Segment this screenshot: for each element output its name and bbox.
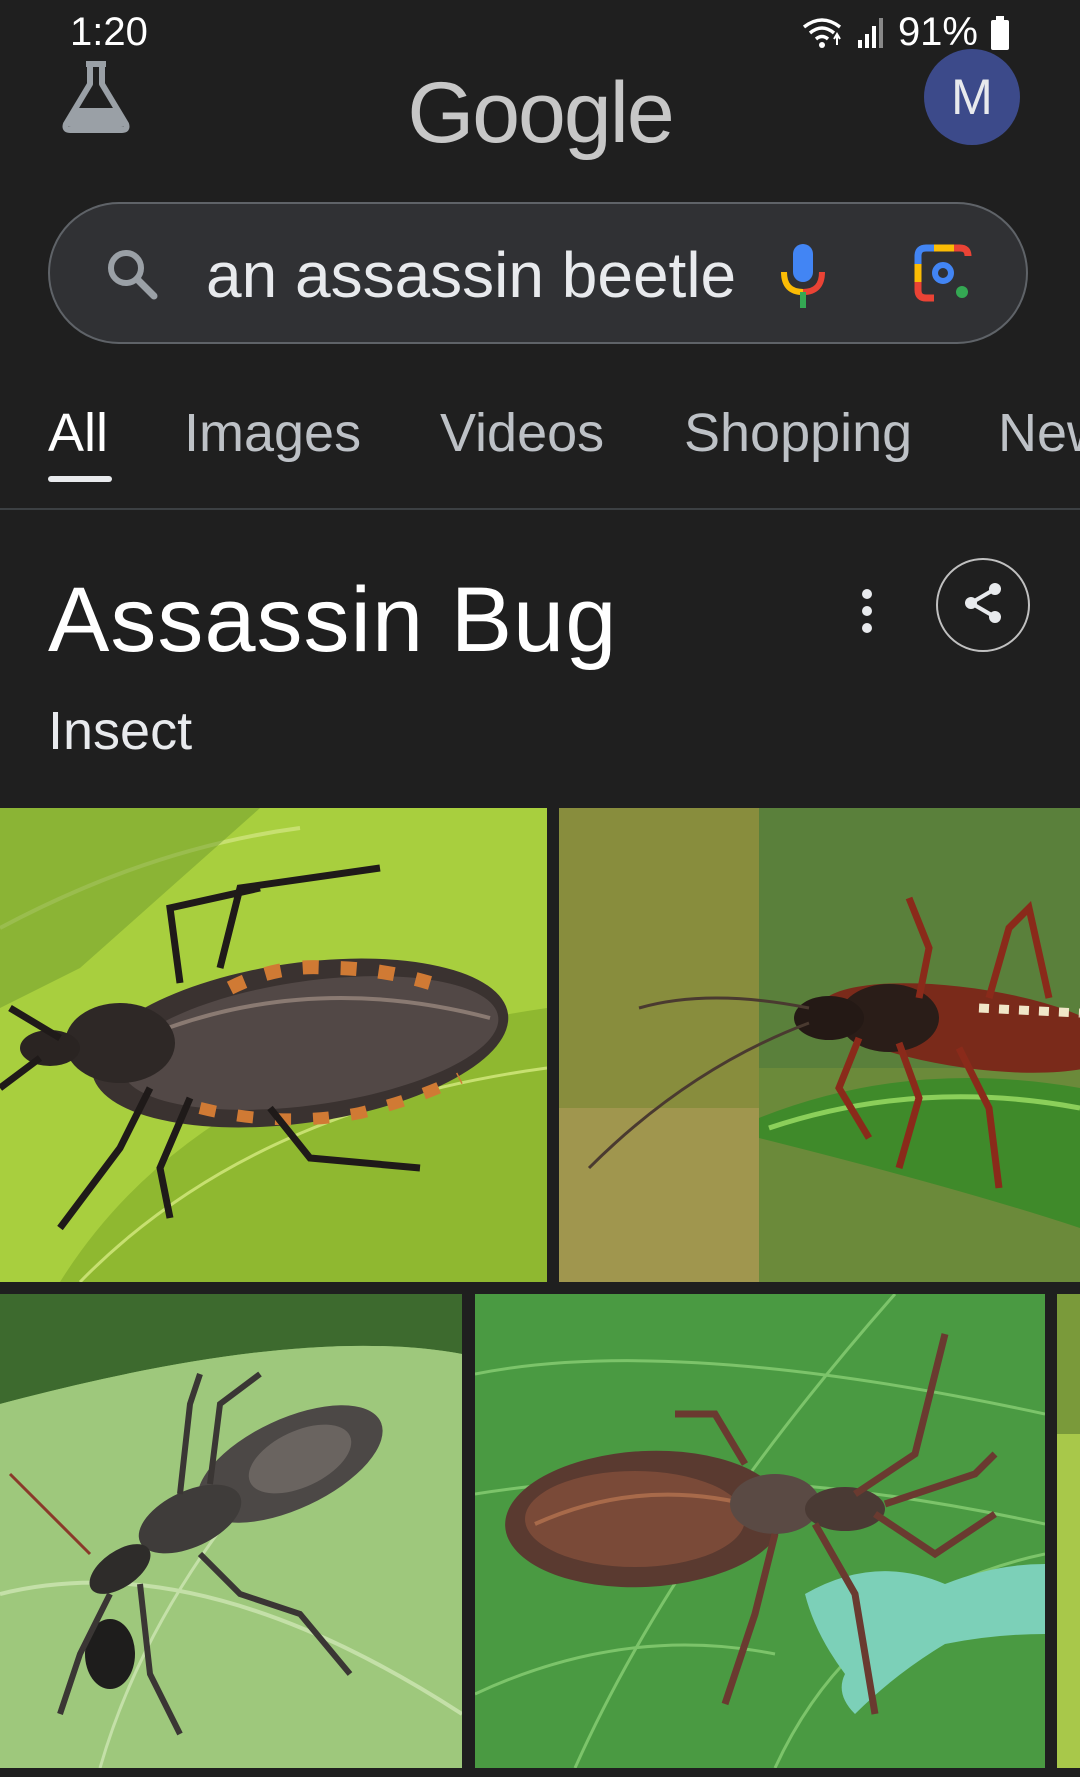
image-result[interactable]	[0, 808, 547, 1282]
tab-images[interactable]: Images	[184, 402, 361, 464]
tab-videos[interactable]: Videos	[440, 402, 604, 464]
search-tabs: All Images Videos Shopping News	[0, 378, 1080, 510]
image-result[interactable]	[475, 1294, 1045, 1768]
avatar[interactable]: M	[924, 49, 1020, 145]
battery-icon	[990, 15, 1010, 51]
search-input[interactable]: an assassin beetle	[206, 238, 736, 312]
google-logo[interactable]: Google	[0, 64, 1080, 163]
status-bar: 1:20 91%	[0, 0, 1080, 62]
tab-news[interactable]: News	[998, 402, 1080, 464]
lens-icon[interactable]	[914, 244, 974, 309]
tab-all[interactable]: All	[48, 402, 108, 464]
mic-icon[interactable]	[778, 242, 828, 317]
search-box[interactable]: an assassin beetle	[48, 202, 1028, 344]
image-result[interactable]	[559, 808, 1080, 1282]
tab-shopping[interactable]: Shopping	[684, 402, 912, 464]
more-vert-icon[interactable]	[852, 586, 882, 641]
battery-percent: 91%	[897, 10, 978, 54]
knowledge-panel-subtitle: Insect	[48, 701, 193, 761]
status-icons: 91%	[800, 10, 1010, 55]
search-icon	[102, 244, 162, 309]
image-result[interactable]	[1057, 1294, 1080, 1768]
image-result[interactable]	[0, 1294, 462, 1768]
wifi-icon	[800, 15, 844, 51]
knowledge-panel-title: Assassin Bug	[48, 569, 618, 671]
signal-icon	[856, 16, 886, 50]
share-button[interactable]	[936, 558, 1030, 652]
share-icon	[961, 581, 1005, 630]
active-tab-indicator	[48, 476, 112, 482]
status-time: 1:20	[70, 10, 148, 54]
